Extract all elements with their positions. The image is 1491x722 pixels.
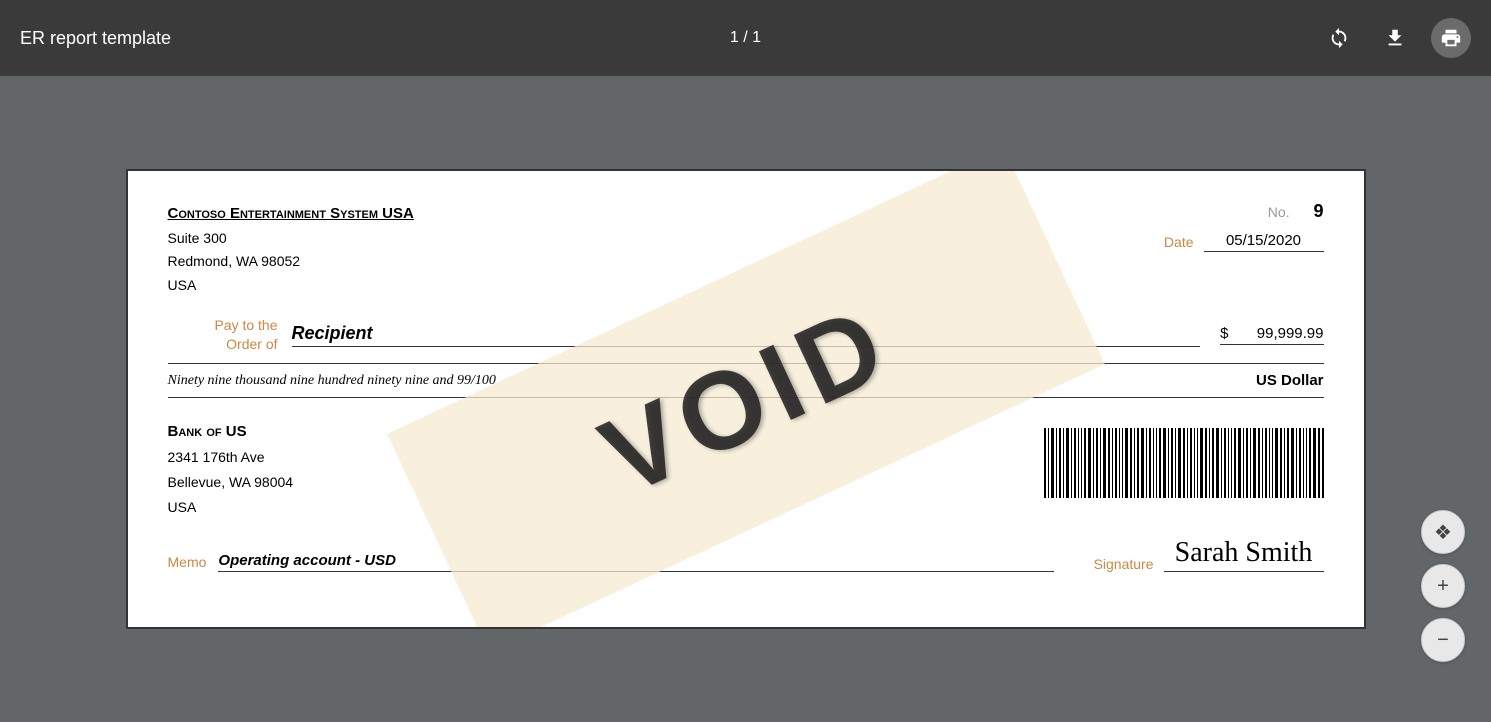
company-info: Contoso Entertainment System USA Suite 3… — [168, 201, 414, 298]
recipient-name: Recipient — [292, 323, 1201, 347]
zoom-in-button[interactable]: + — [1421, 564, 1465, 608]
currency-label: US Dollar — [1256, 372, 1324, 389]
check-no-label: No. — [1268, 204, 1290, 220]
zoom-in-icon: + — [1437, 575, 1449, 598]
bank-address-1: 2341 176th Ave — [168, 445, 294, 470]
company-name: Contoso Entertainment System USA — [168, 201, 414, 227]
bank-address-2: Bellevue, WA 98004 — [168, 470, 294, 495]
pay-section: Pay to the Order of Recipient $ 99,999.9… — [168, 316, 1324, 355]
memo-value: Operating account - USD — [218, 552, 1053, 572]
bank-info: Bank of US 2341 176th Ave Bellevue, WA 9… — [168, 418, 294, 521]
download-icon — [1384, 27, 1406, 49]
bottom-section: Memo Operating account - USD Signature S… — [168, 537, 1324, 572]
check-no-value: 9 — [1313, 201, 1323, 221]
amount-box: $ 99,999.99 — [1220, 325, 1323, 345]
pay-label-line1: Pay to the — [168, 316, 278, 336]
zoom-out-icon: − — [1437, 629, 1449, 652]
page-indicator: 1 / 1 — [730, 29, 761, 47]
company-address-2: Redmond, WA 98052 — [168, 250, 414, 274]
barcode-area — [1044, 428, 1324, 498]
company-address-1: Suite 300 — [168, 227, 414, 251]
rotate-button[interactable] — [1319, 18, 1359, 58]
check-document: Contoso Entertainment System USA Suite 3… — [126, 169, 1366, 629]
date-value: 05/15/2020 — [1204, 232, 1324, 252]
bank-name: Bank of US — [168, 418, 294, 445]
topbar: ER report template 1 / 1 — [0, 0, 1491, 76]
print-icon — [1440, 27, 1462, 49]
print-button[interactable] — [1431, 18, 1471, 58]
bank-section: Bank of US 2341 176th Ave Bellevue, WA 9… — [168, 418, 1324, 521]
signature-section: Signature Sarah Smith — [1094, 537, 1324, 572]
amount-in-words: Ninety nine thousand nine hundred ninety… — [168, 373, 1246, 389]
expand-icon: ❖ — [1434, 520, 1452, 545]
signature-label: Signature — [1094, 556, 1154, 572]
company-address-3: USA — [168, 274, 414, 298]
rotate-icon — [1328, 27, 1350, 49]
topbar-actions — [1319, 18, 1471, 58]
memo-section: Memo Operating account - USD — [168, 552, 1054, 572]
barcode-image — [1044, 428, 1324, 498]
dollar-sign: $ — [1220, 325, 1228, 342]
words-section: Ninety nine thousand nine hundred ninety… — [168, 363, 1324, 398]
pay-label-line2: Order of — [168, 335, 278, 355]
date-section: Date 05/15/2020 — [1164, 232, 1324, 252]
signature-name: Sarah Smith — [1164, 537, 1324, 572]
amount-value: 99,999.99 — [1234, 325, 1324, 342]
memo-label: Memo — [168, 554, 207, 570]
main-content: Contoso Entertainment System USA Suite 3… — [0, 76, 1491, 722]
zoom-out-button[interactable]: − — [1421, 618, 1465, 662]
side-buttons: ❖ + − — [1421, 510, 1465, 662]
expand-button[interactable]: ❖ — [1421, 510, 1465, 554]
check-header: Contoso Entertainment System USA Suite 3… — [168, 201, 1324, 298]
bank-address-3: USA — [168, 495, 294, 520]
app-title: ER report template — [20, 28, 171, 49]
date-label: Date — [1164, 234, 1194, 250]
pay-label: Pay to the Order of — [168, 316, 278, 355]
check-number-section: No. 9 Date 05/15/2020 — [1164, 201, 1324, 252]
download-button[interactable] — [1375, 18, 1415, 58]
